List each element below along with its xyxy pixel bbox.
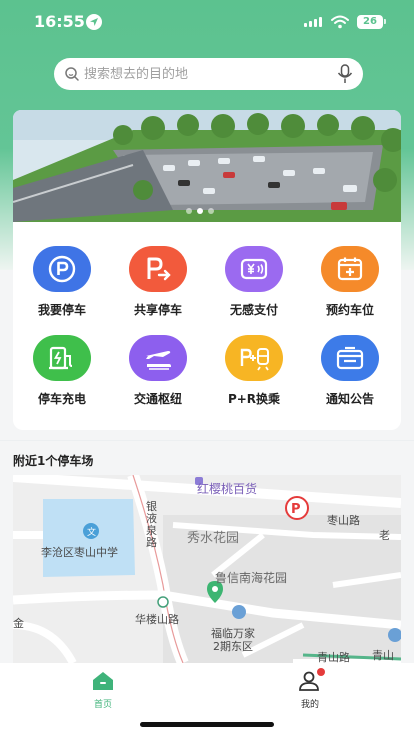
tab-home[interactable]: 首页 — [73, 671, 133, 710]
menu-label: P+R换乘 — [227, 392, 281, 406]
menu-item-reserve-spot[interactable]: 预约车位 — [310, 246, 390, 326]
parking-lot-illustration — [13, 110, 401, 222]
menu-item-seamless-payment[interactable]: 无感支付 — [214, 246, 294, 326]
menu-item-ev-charging[interactable]: 停车充电 — [22, 335, 102, 415]
payment-card-icon — [225, 246, 283, 292]
menu-item-transport-hub[interactable]: 交通枢纽 — [118, 335, 198, 415]
menu-label: 交通枢纽 — [133, 392, 182, 406]
wifi-icon — [331, 14, 349, 33]
carousel-dot[interactable] — [186, 208, 192, 214]
tab-home-label: 首页 — [93, 700, 112, 710]
map-label-road: 青山 — [372, 649, 394, 662]
search-input[interactable] — [84, 58, 324, 90]
tab-mine[interactable]: 我的 — [280, 668, 340, 710]
banner-carousel[interactable] — [13, 110, 401, 222]
map-label-partial: 老 — [379, 529, 390, 542]
park-ride-icon — [225, 335, 283, 381]
menu-label: 预约车位 — [325, 303, 374, 317]
map-label-road: 华楼山路 — [135, 613, 179, 626]
svg-text:文: 文 — [87, 526, 96, 538]
home-indicator — [140, 722, 274, 727]
search-icon — [64, 66, 80, 86]
menu-label: 无感支付 — [229, 303, 278, 317]
menu-label: 我要停车 — [37, 303, 86, 317]
battery-tip — [384, 19, 386, 24]
menu-item-shared-parking[interactable]: 共享停车 — [118, 246, 198, 326]
svg-text:P: P — [291, 502, 301, 517]
microphone-icon[interactable] — [337, 64, 353, 88]
battery-level: 26 — [357, 15, 383, 29]
nearby-map[interactable]: 文 P 红樱桃百货 枣山路 老 秀水花园 银液泉路 李沧区枣山中学 鲁信南海花园… — [13, 475, 401, 663]
carousel-dot[interactable] — [208, 208, 214, 214]
map-label-road: 银液泉路 — [146, 500, 157, 549]
calendar-plus-icon — [321, 246, 379, 292]
map-label-road: 枣山路 — [327, 514, 360, 527]
service-menu: 我要停车 共享停车 无感支付 预约车位 停车充电 交通枢纽 P+R换乘 通知公告 — [13, 222, 401, 430]
map-label-store: 红樱桃百货 — [197, 482, 258, 496]
map-label-road: 青山路 — [317, 651, 350, 663]
menu-label: 停车充电 — [37, 392, 86, 406]
notification-dot — [317, 668, 325, 676]
map-roads: 文 P — [13, 475, 401, 663]
section-divider — [0, 440, 414, 441]
parking-p-icon — [33, 246, 91, 292]
menu-item-notices[interactable]: 通知公告 — [310, 335, 390, 415]
map-label-partial: 金 — [13, 617, 24, 630]
tab-mine-label: 我的 — [300, 700, 319, 710]
search-bar[interactable] — [54, 58, 363, 90]
ev-charger-icon — [33, 335, 91, 381]
map-label-neighborhood: 鲁信南海花园 — [215, 571, 288, 585]
status-bar: 16:55 26 — [0, 0, 414, 44]
map-label-school: 李沧区枣山中学 — [41, 546, 118, 559]
menu-item-park[interactable]: 我要停车 — [22, 246, 102, 326]
map-label-neighborhood: 2期东区 — [213, 640, 253, 653]
plane-train-icon — [129, 335, 187, 381]
status-time: 16:55 — [34, 12, 85, 31]
menu-label: 通知公告 — [325, 392, 374, 406]
home-icon — [93, 672, 113, 690]
nearby-title: 附近1个停车场 — [13, 454, 94, 468]
location-arrow-icon — [86, 14, 102, 30]
menu-label: 共享停车 — [133, 303, 182, 317]
notice-envelope-icon — [321, 335, 379, 381]
cellular-signal-icon — [304, 17, 324, 27]
user-icon — [298, 668, 325, 691]
map-label-neighborhood: 秀水花园 — [187, 531, 240, 546]
shared-parking-icon — [129, 246, 187, 292]
carousel-dot-active[interactable] — [197, 208, 203, 214]
menu-item-park-and-ride[interactable]: P+R换乘 — [214, 335, 294, 415]
carousel-dots — [186, 208, 214, 214]
